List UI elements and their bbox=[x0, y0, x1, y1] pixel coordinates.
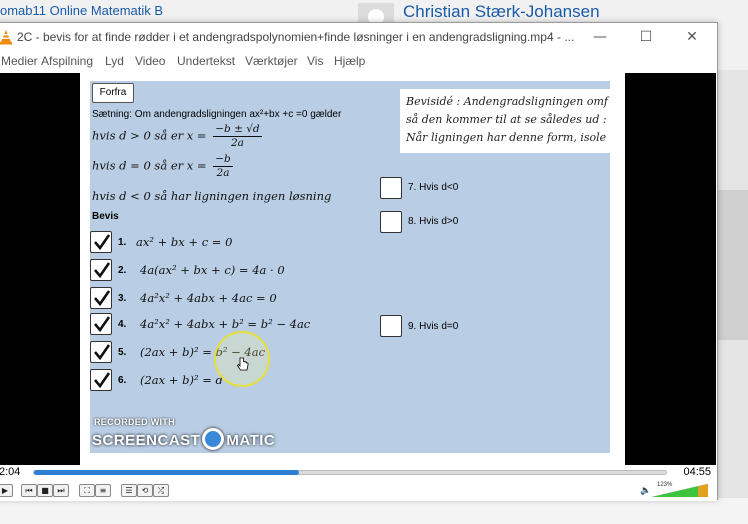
close-button[interactable]: ✕ bbox=[669, 23, 715, 51]
step-checkbox[interactable] bbox=[90, 259, 112, 281]
case-checkbox-d-positive[interactable] bbox=[380, 211, 402, 233]
case-checkbox-d-negative[interactable] bbox=[380, 177, 402, 199]
vlc-cone-icon bbox=[0, 30, 12, 45]
previous-button[interactable]: ⏮ bbox=[21, 484, 37, 497]
condition-d-negative: hvis d < 0 så har ligningen ingen løsnin… bbox=[92, 189, 332, 203]
proof-idea-line: Bevisidé : Andengradsligningen omf bbox=[406, 95, 608, 108]
step-equation: 4a(ax² + bx + c) = 4a · 0 bbox=[140, 263, 285, 277]
step-number: 1. bbox=[118, 237, 127, 248]
hand-cursor-icon bbox=[236, 357, 249, 371]
author-name[interactable]: Christian Stærk-Johansen bbox=[403, 2, 600, 22]
restart-button[interactable]: Forfra bbox=[92, 83, 134, 103]
step-checkbox[interactable] bbox=[90, 369, 112, 391]
seek-row: 2:04 04:55 bbox=[0, 465, 717, 481]
geogebra-panel: Forfra Sætning: Om andengradsligningen a… bbox=[90, 81, 610, 453]
proof-idea-line: så den kommer til at se således ud : ( bbox=[406, 113, 610, 126]
video-frame: Forfra Sætning: Om andengradsligningen a… bbox=[80, 73, 625, 465]
next-button[interactable]: ⏭ bbox=[53, 484, 69, 497]
step-equation: 4a²x² + 4abx + b² = b² − 4ac bbox=[140, 317, 311, 331]
extended-settings-button[interactable]: ≡ bbox=[95, 484, 111, 497]
case-checkbox-d-zero[interactable] bbox=[380, 315, 402, 337]
maximize-button[interactable]: ☐ bbox=[623, 23, 669, 51]
case-label-d-negative: 7. Hvis d<0 bbox=[408, 182, 459, 193]
case-label-d-positive: 8. Hvis d>0 bbox=[408, 216, 459, 227]
step-checkbox[interactable] bbox=[90, 231, 112, 253]
time-total: 04:55 bbox=[683, 466, 711, 478]
menu-medier[interactable]: Medier bbox=[1, 54, 38, 68]
step-number: 3. bbox=[118, 293, 127, 304]
volume-label: 123% bbox=[657, 482, 673, 488]
loop-button[interactable]: ⟲ bbox=[137, 484, 153, 497]
condition-d-positive: hvis d > 0 så er x = −b ± √d 2a bbox=[92, 123, 262, 149]
background-footer bbox=[0, 498, 748, 524]
shuffle-button[interactable]: ⤮ bbox=[153, 484, 169, 497]
theorem-text: Sætning: Om andengradsligningen ax²+bx +… bbox=[92, 109, 342, 120]
menu-video[interactable]: Video bbox=[135, 54, 165, 68]
menu-vaerktoejer[interactable]: Værktøjer bbox=[245, 54, 298, 68]
background-sidebar bbox=[716, 70, 748, 524]
fullscreen-button[interactable]: ⛶ bbox=[79, 484, 95, 497]
stop-button[interactable]: ■ bbox=[37, 484, 53, 497]
menu-vis[interactable]: Vis bbox=[307, 54, 323, 68]
proof-heading: Bevis bbox=[92, 211, 119, 222]
title-bar[interactable]: 2C - bevis for at finde rødder i et ande… bbox=[0, 23, 717, 51]
checkmark-icon bbox=[94, 316, 111, 333]
proof-idea-box: Bevisidé : Andengradsligningen omf så de… bbox=[400, 89, 610, 153]
course-title[interactable]: omab11 Online Matematik B bbox=[0, 3, 163, 18]
video-area[interactable]: Forfra Sætning: Om andengradsligningen a… bbox=[0, 73, 716, 465]
case-label-d-zero: 9. Hvis d=0 bbox=[408, 321, 459, 332]
menu-bar: Medier Afspilning Lyd Video Undertekst V… bbox=[0, 51, 717, 73]
speaker-icon[interactable]: 🔈 bbox=[640, 486, 651, 496]
step-equation: (2ax + b)² = d bbox=[140, 373, 223, 387]
condition-d-zero: hvis d = 0 så er x = −b 2a bbox=[92, 153, 233, 179]
control-bar: ▶ ⏮ ■ ⏭ ⛶ ≡ ☰ ⟲ ⤮ 🔈 123% bbox=[0, 481, 717, 501]
checkmark-icon bbox=[94, 262, 111, 279]
seek-progress bbox=[34, 470, 300, 475]
step-checkbox[interactable] bbox=[90, 313, 112, 335]
time-current: 2:04 bbox=[0, 466, 21, 478]
menu-lyd[interactable]: Lyd bbox=[105, 54, 124, 68]
play-button[interactable]: ▶ bbox=[0, 484, 13, 497]
vlc-window: 2C - bevis for at finde rødder i et ande… bbox=[0, 22, 718, 501]
checkmark-icon bbox=[94, 372, 111, 389]
step-number: 6. bbox=[118, 375, 127, 386]
seek-slider[interactable] bbox=[33, 470, 667, 475]
step-equation: ax² + bx + c = 0 bbox=[136, 235, 233, 249]
proof-idea-line: Når ligningen har denne form, isole bbox=[406, 131, 607, 144]
step-number: 2. bbox=[118, 265, 127, 276]
step-number: 4. bbox=[118, 319, 127, 330]
playlist-button[interactable]: ☰ bbox=[121, 484, 137, 497]
checkmark-icon bbox=[94, 234, 111, 251]
step-number: 5. bbox=[118, 347, 127, 358]
window-title: 2C - bevis for at finde rødder i et ande… bbox=[17, 30, 575, 44]
watermark-brand: SCREENCAST MATIC bbox=[92, 428, 275, 451]
step-equation: 4a²x² + 4abx + 4ac = 0 bbox=[140, 291, 277, 305]
menu-hjaelp[interactable]: Hjælp bbox=[334, 54, 365, 68]
menu-undertekst[interactable]: Undertekst bbox=[177, 54, 235, 68]
menu-afspilning[interactable]: Afspilning bbox=[41, 54, 93, 68]
step-checkbox[interactable] bbox=[90, 341, 112, 363]
watermark-recorded: RECORDED WITH bbox=[94, 417, 175, 427]
checkmark-icon bbox=[94, 290, 111, 307]
minimize-button[interactable]: — bbox=[577, 23, 623, 51]
screencast-logo-icon bbox=[202, 428, 225, 451]
checkmark-icon bbox=[94, 344, 111, 361]
step-checkbox[interactable] bbox=[90, 287, 112, 309]
